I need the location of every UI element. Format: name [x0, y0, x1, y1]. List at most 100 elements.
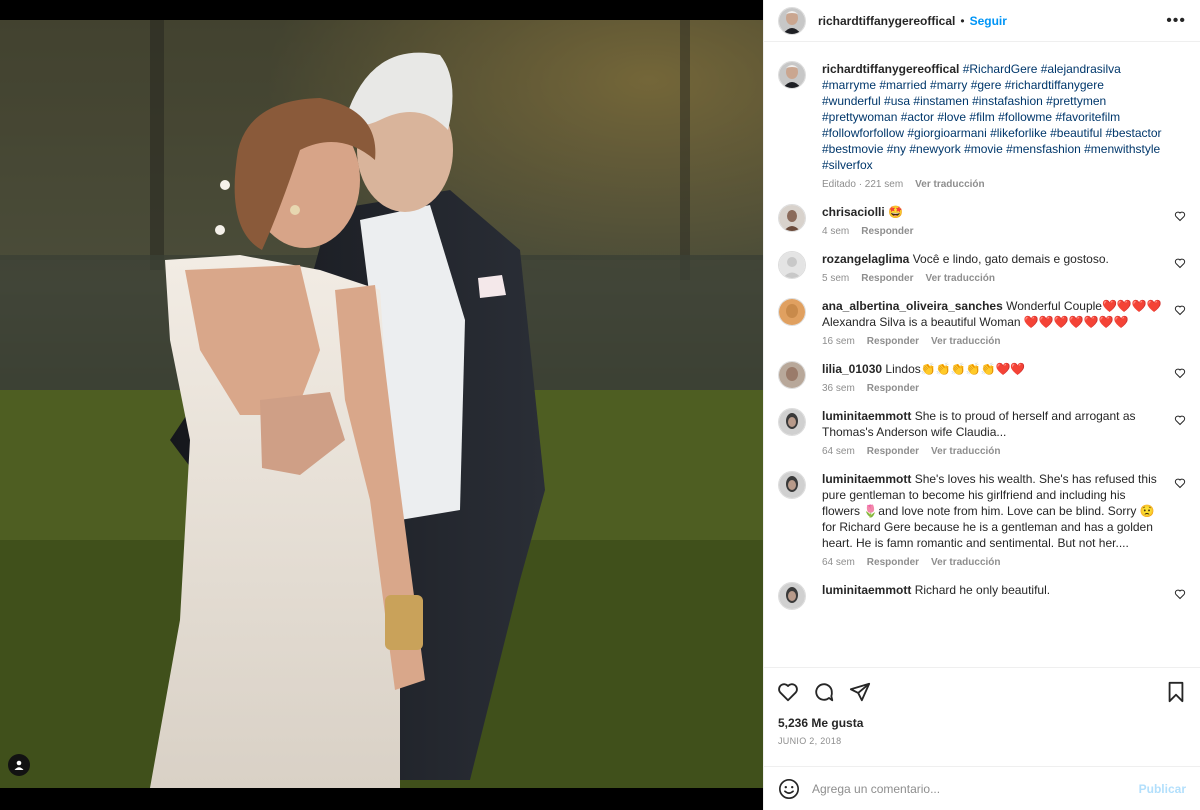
commenter-avatar[interactable] [778, 582, 806, 610]
comment-meta: 16 sem Responder Ver traducción [822, 336, 1162, 347]
caption-username[interactable]: richardtiffanygereoffical [822, 62, 959, 76]
tag-user-icon[interactable] [8, 754, 30, 776]
caption-edited-time: Editado · 221 sem [822, 179, 904, 190]
caption-hashtags[interactable]: #RichardGere #alejandrasilva #marryme #m… [822, 62, 1162, 172]
comment-item: luminitaemmott She's loves his wealth. S… [778, 471, 1186, 568]
caption-author-avatar[interactable] [778, 61, 806, 89]
comment-body: luminitaemmott She is to proud of hersel… [822, 408, 1162, 457]
publish-button[interactable]: Publicar [1139, 782, 1186, 796]
comment-like-heart-icon[interactable] [1174, 414, 1186, 426]
action-icon-row [764, 668, 1200, 716]
comment-item: rozangelaglima Você e lindo, gato demais… [778, 251, 1186, 284]
comment-content: 🤩 [888, 205, 903, 219]
reply-button[interactable]: Responder [867, 446, 919, 457]
comment-text: lilia_01030 Lindos👏👏👏👏👏❤️❤️ [822, 361, 1162, 377]
comment-meta: 36 sem Responder [822, 383, 1162, 394]
comment-body: luminitaemmott Richard he only beautiful… [822, 582, 1162, 610]
comment-like-heart-icon[interactable] [1174, 210, 1186, 222]
media-bottom-bar [0, 788, 763, 810]
comment-like-heart-icon[interactable] [1174, 304, 1186, 316]
post-modal: richardtiffanygereoffical • Seguir ••• r… [0, 0, 1200, 810]
post-header: richardtiffanygereoffical • Seguir ••• [764, 0, 1200, 42]
comment-text: luminitaemmott She is to proud of hersel… [822, 408, 1162, 440]
comment-body: luminitaemmott She's loves his wealth. S… [822, 471, 1162, 568]
post-actions: 5,236 Me gusta JUNIO 2, 2018 [764, 667, 1200, 746]
comment-text: luminitaemmott Richard he only beautiful… [822, 582, 1162, 598]
author-username[interactable]: richardtiffanygereoffical [818, 14, 955, 28]
translate-link[interactable]: Ver traducción [931, 557, 1000, 568]
comment-like-heart-icon[interactable] [1174, 588, 1186, 600]
bookmark-icon[interactable] [1164, 680, 1188, 704]
comment-body: rozangelaglima Você e lindo, gato demais… [822, 251, 1162, 284]
commenter-username[interactable]: luminitaemmott [822, 472, 911, 486]
comment-meta: 64 sem Responder Ver traducción [822, 446, 1162, 457]
comment-text: rozangelaglima Você e lindo, gato demais… [822, 251, 1162, 267]
commenter-avatar[interactable] [778, 204, 806, 232]
translate-link[interactable]: Ver traducción [931, 336, 1000, 347]
caption-text: richardtiffanygereoffical #RichardGere #… [822, 61, 1162, 173]
comment-time: 36 sem [822, 383, 855, 394]
author-avatar[interactable] [778, 6, 806, 35]
comment-text: chrisaciolli 🤩 [822, 204, 1162, 220]
media-panel [0, 0, 763, 810]
comment-like-heart-icon[interactable] [1174, 477, 1186, 489]
caption-translate-link[interactable]: Ver traducción [915, 179, 984, 190]
comment-meta: 64 sem Responder Ver traducción [822, 557, 1162, 568]
comment-content: Você e lindo, gato demais e gostoso. [912, 252, 1109, 266]
follow-button[interactable]: Seguir [970, 14, 1007, 28]
post-photo[interactable] [0, 20, 763, 788]
commenter-username[interactable]: lilia_01030 [822, 362, 882, 376]
reply-button[interactable]: Responder [867, 557, 919, 568]
comment-time: 16 sem [822, 336, 855, 347]
reply-button[interactable]: Responder [867, 336, 919, 347]
comment-item: luminitaemmott She is to proud of hersel… [778, 408, 1186, 457]
comment-item: chrisaciolli 🤩 4 sem Responder [778, 204, 1186, 237]
commenter-username[interactable]: ana_albertina_oliveira_sanches [822, 299, 1003, 313]
comment-time: 5 sem [822, 273, 850, 284]
caption-body: richardtiffanygereoffical #RichardGere #… [822, 61, 1162, 190]
post-date: JUNIO 2, 2018 [778, 736, 842, 746]
comment-item: luminitaemmott Richard he only beautiful… [778, 582, 1186, 610]
commenter-username[interactable]: luminitaemmott [822, 409, 911, 423]
comment-time: 64 sem [822, 557, 855, 568]
commenter-avatar[interactable] [778, 361, 806, 389]
comment-item: ana_albertina_oliveira_sanches Wonderful… [778, 298, 1186, 347]
comment-content: Lindos👏👏👏👏👏❤️❤️ [885, 362, 1026, 376]
comment-time: 64 sem [822, 446, 855, 457]
reply-button[interactable]: Responder [861, 226, 913, 237]
comment-icon[interactable] [812, 680, 836, 704]
comment-body: ana_albertina_oliveira_sanches Wonderful… [822, 298, 1162, 347]
share-icon[interactable] [848, 680, 872, 704]
translate-link[interactable]: Ver traducción [925, 273, 994, 284]
caption-meta: Editado · 221 sem Ver traducción [822, 179, 1162, 190]
comment-time: 4 sem [822, 226, 850, 237]
commenter-avatar[interactable] [778, 471, 806, 499]
comment-meta: 4 sem Responder [822, 226, 1162, 237]
commenter-username[interactable]: rozangelaglima [822, 252, 909, 266]
emoji-icon[interactable] [778, 778, 800, 800]
post-side-panel: richardtiffanygereoffical • Seguir ••• r… [763, 0, 1200, 810]
commenter-avatar[interactable] [778, 298, 806, 326]
comment-text: ana_albertina_oliveira_sanches Wonderful… [822, 298, 1162, 330]
comment-input[interactable] [812, 781, 1139, 796]
add-comment-bar: Publicar [764, 766, 1200, 810]
comment-content: Richard he only beautiful. [914, 583, 1051, 597]
reply-button[interactable]: Responder [861, 273, 913, 284]
comments-list[interactable]: richardtiffanygereoffical #RichardGere #… [764, 43, 1200, 667]
reply-button[interactable]: Responder [867, 383, 919, 394]
heart-icon[interactable] [776, 680, 800, 704]
comment-like-heart-icon[interactable] [1174, 257, 1186, 269]
commenter-avatar[interactable] [778, 251, 806, 279]
media-top-bar [0, 0, 763, 20]
likes-count[interactable]: 5,236 Me gusta [764, 716, 1200, 730]
commenter-username[interactable]: chrisaciolli [822, 205, 885, 219]
translate-link[interactable]: Ver traducción [931, 446, 1000, 457]
commenter-avatar[interactable] [778, 408, 806, 436]
comment-like-heart-icon[interactable] [1174, 367, 1186, 379]
more-icon[interactable]: ••• [1166, 12, 1186, 30]
separator-dot: • [960, 13, 965, 28]
comment-body: chrisaciolli 🤩 4 sem Responder [822, 204, 1162, 237]
comment-text: luminitaemmott She's loves his wealth. S… [822, 471, 1162, 551]
commenter-username[interactable]: luminitaemmott [822, 583, 911, 597]
comment-meta: 5 sem Responder Ver traducción [822, 273, 1162, 284]
